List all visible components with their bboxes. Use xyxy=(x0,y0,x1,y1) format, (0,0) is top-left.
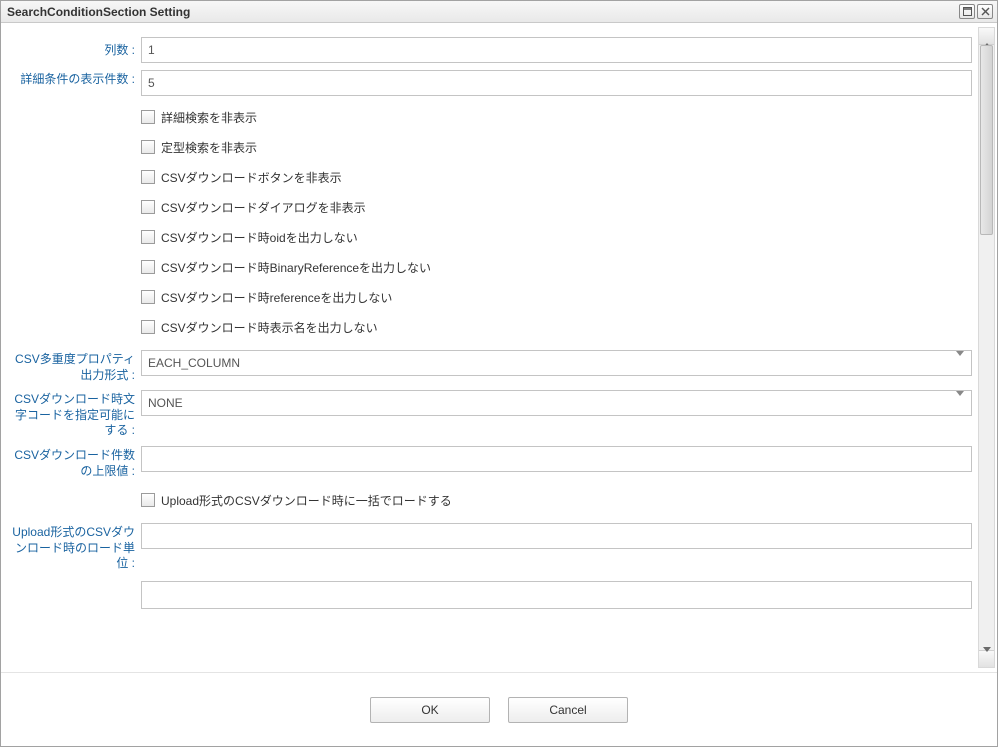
no-csv-reference-checkbox[interactable] xyxy=(141,290,155,304)
maximize-button[interactable] xyxy=(959,4,975,19)
upload-csv-batch-load-checkbox[interactable] xyxy=(141,493,155,507)
no-csv-reference-label: CSVダウンロード時referenceを出力しない xyxy=(161,289,392,306)
next-field-partial xyxy=(141,581,972,609)
condition-display-count-label: 詳細条件の表示件数 : xyxy=(11,70,141,96)
form-content: 列数 : 詳細条件の表示件数 : 詳細検索を非表示 xyxy=(7,27,978,668)
upload-csv-load-unit-label: Upload形式のCSVダウンロード時のロード単位 : xyxy=(11,523,141,572)
csv-download-charset-label: CSVダウンロード時文字コードを指定可能にする : xyxy=(11,390,141,439)
cancel-button[interactable]: Cancel xyxy=(508,697,628,723)
column-count-input[interactable] xyxy=(141,37,972,63)
hide-fixed-search-label: 定型検索を非表示 xyxy=(161,139,257,156)
titlebar: SearchConditionSection Setting xyxy=(1,1,997,23)
window-title: SearchConditionSection Setting xyxy=(7,5,957,19)
hide-csv-download-button-checkbox[interactable] xyxy=(141,170,155,184)
hide-detail-search-checkbox[interactable] xyxy=(141,110,155,124)
hide-csv-download-button-label: CSVダウンロードボタンを非表示 xyxy=(161,169,342,186)
dialog-window: SearchConditionSection Setting 列数 : 詳細条件… xyxy=(0,0,998,747)
condition-display-count-input[interactable] xyxy=(141,70,972,96)
ok-button[interactable]: OK xyxy=(370,697,490,723)
csv-download-limit-label: CSVダウンロード件数の上限値 : xyxy=(11,446,141,479)
close-button[interactable] xyxy=(977,4,993,19)
scroll-up-button[interactable] xyxy=(979,28,994,45)
close-icon xyxy=(981,7,990,16)
upload-csv-batch-load-label: Upload形式のCSVダウンロード時に一括でロードする xyxy=(161,492,452,509)
no-csv-display-name-checkbox[interactable] xyxy=(141,320,155,334)
csv-download-limit-input[interactable] xyxy=(141,446,972,472)
caret-down-icon xyxy=(983,652,991,666)
scroll-down-button[interactable] xyxy=(979,650,994,667)
no-csv-binary-reference-label: CSVダウンロード時BinaryReferenceを出力しない xyxy=(161,259,431,276)
maximize-icon xyxy=(963,7,972,16)
upload-csv-load-unit-input[interactable] xyxy=(141,523,972,549)
column-count-label: 列数 : xyxy=(11,37,141,63)
scroll-thumb[interactable] xyxy=(980,45,993,235)
csv-multiplicity-format-select[interactable]: EACH_COLUMN xyxy=(141,350,972,376)
vertical-scrollbar[interactable] xyxy=(978,27,995,668)
hide-csv-download-dialog-label: CSVダウンロードダイアログを非表示 xyxy=(161,199,366,216)
no-csv-oid-label: CSVダウンロード時oidを出力しない xyxy=(161,229,358,246)
hide-fixed-search-checkbox[interactable] xyxy=(141,140,155,154)
hide-detail-search-label: 詳細検索を非表示 xyxy=(161,109,257,126)
csv-download-charset-select[interactable]: NONE xyxy=(141,390,972,416)
scroll-track[interactable] xyxy=(979,45,994,650)
no-csv-display-name-label: CSVダウンロード時表示名を出力しない xyxy=(161,319,378,336)
caret-up-icon xyxy=(983,29,991,43)
hide-csv-download-dialog-checkbox[interactable] xyxy=(141,200,155,214)
no-csv-binary-reference-checkbox[interactable] xyxy=(141,260,155,274)
dialog-footer: OK Cancel xyxy=(1,672,997,746)
no-csv-oid-checkbox[interactable] xyxy=(141,230,155,244)
csv-multiplicity-format-label: CSV多重度プロパティ出力形式 : xyxy=(11,350,141,383)
